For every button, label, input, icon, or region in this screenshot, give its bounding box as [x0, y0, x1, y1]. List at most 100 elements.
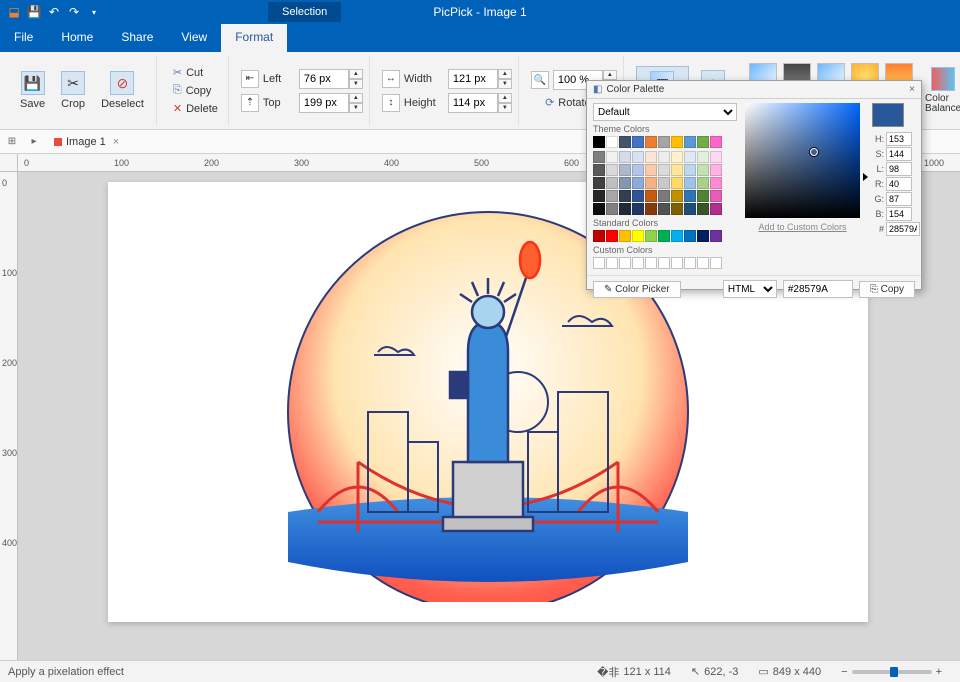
color-swatch[interactable]	[658, 230, 670, 242]
color-swatch[interactable]	[606, 190, 618, 202]
color-swatch[interactable]	[710, 190, 722, 202]
left-input[interactable]	[299, 69, 349, 89]
redo-icon[interactable]: ↷	[66, 4, 82, 20]
color-swatch[interactable]	[658, 136, 670, 148]
cut-button[interactable]: ✂Cut	[169, 64, 222, 81]
tab-arrow-icon[interactable]: ▸	[26, 134, 42, 150]
color-swatch[interactable]	[671, 177, 683, 189]
hex-input-small[interactable]	[886, 222, 920, 236]
color-swatch[interactable]	[632, 164, 644, 176]
custom-color-slot[interactable]	[710, 257, 722, 269]
delete-button[interactable]: ✕Delete	[169, 100, 222, 117]
color-swatch[interactable]	[645, 136, 657, 148]
color-swatch[interactable]	[684, 190, 696, 202]
color-swatch[interactable]	[619, 230, 631, 242]
color-swatch[interactable]	[658, 177, 670, 189]
color-swatch[interactable]	[710, 230, 722, 242]
tab-file[interactable]: File	[0, 24, 47, 52]
color-swatch[interactable]	[593, 230, 605, 242]
color-swatch[interactable]	[697, 136, 709, 148]
color-swatch[interactable]	[645, 203, 657, 215]
color-swatch[interactable]	[671, 164, 683, 176]
color-swatch[interactable]	[697, 164, 709, 176]
color-swatch[interactable]	[671, 151, 683, 163]
top-spinner[interactable]: ▲▼	[299, 93, 363, 113]
s-input[interactable]	[886, 147, 912, 161]
tab-view[interactable]: View	[167, 24, 221, 52]
b-input[interactable]	[886, 207, 912, 221]
color-swatch[interactable]	[619, 190, 631, 202]
tab-format[interactable]: Format	[221, 24, 287, 52]
spin-up-icon[interactable]: ▲	[349, 93, 363, 103]
color-swatch[interactable]	[606, 177, 618, 189]
spin-up-icon[interactable]: ▲	[498, 69, 512, 79]
color-swatch[interactable]	[684, 164, 696, 176]
color-swatch[interactable]	[684, 203, 696, 215]
color-swatch[interactable]	[632, 177, 644, 189]
color-swatch[interactable]	[671, 136, 683, 148]
spin-down-icon[interactable]: ▼	[498, 79, 512, 89]
color-swatch[interactable]	[593, 164, 605, 176]
color-swatch[interactable]	[697, 190, 709, 202]
color-swatch[interactable]	[632, 203, 644, 215]
color-swatch[interactable]	[697, 177, 709, 189]
custom-color-slot[interactable]	[697, 257, 709, 269]
color-swatch[interactable]	[710, 151, 722, 163]
close-tab-icon[interactable]: ×	[110, 136, 122, 148]
height-input[interactable]	[448, 93, 498, 113]
add-to-custom-link[interactable]: Add to Custom Colors	[745, 221, 860, 233]
close-icon[interactable]: ×	[909, 84, 915, 95]
color-swatch[interactable]	[619, 177, 631, 189]
top-input[interactable]	[299, 93, 349, 113]
color-swatch[interactable]	[645, 164, 657, 176]
color-swatch[interactable]	[645, 190, 657, 202]
deselect-button[interactable]: ⊘Deselect	[95, 67, 150, 114]
document-tab[interactable]: Image 1 ×	[48, 136, 128, 148]
spin-down-icon[interactable]: ▼	[349, 103, 363, 113]
color-swatch[interactable]	[593, 177, 605, 189]
color-swatch[interactable]	[632, 190, 644, 202]
color-swatch[interactable]	[645, 230, 657, 242]
width-input[interactable]	[448, 69, 498, 89]
color-swatch[interactable]	[632, 230, 644, 242]
color-swatch[interactable]	[697, 230, 709, 242]
color-swatch[interactable]	[593, 151, 605, 163]
color-swatch[interactable]	[645, 151, 657, 163]
crop-button[interactable]: ✂Crop	[55, 67, 91, 114]
r-input[interactable]	[886, 177, 912, 191]
qat-dropdown-icon[interactable]: ▾	[86, 4, 102, 20]
color-swatch[interactable]	[619, 164, 631, 176]
copy-button[interactable]: ⎘Copy	[169, 82, 222, 99]
color-swatch[interactable]	[658, 203, 670, 215]
custom-color-slot[interactable]	[645, 257, 657, 269]
color-swatch[interactable]	[684, 136, 696, 148]
color-swatch[interactable]	[645, 177, 657, 189]
zoom-slider[interactable]	[852, 670, 932, 674]
color-picker-button[interactable]: ✎ Color Picker	[593, 281, 681, 298]
color-swatch[interactable]	[684, 230, 696, 242]
spin-up-icon[interactable]: ▲	[603, 70, 617, 80]
color-palette-dialog[interactable]: ◧ Color Palette × Default Theme Colors S…	[586, 80, 922, 290]
color-swatch[interactable]	[671, 203, 683, 215]
color-swatch[interactable]	[606, 151, 618, 163]
zoom-in-icon[interactable]: +	[936, 666, 942, 678]
zoom-out-icon[interactable]: −	[841, 666, 847, 678]
custom-color-slot[interactable]	[658, 257, 670, 269]
color-swatch[interactable]	[710, 136, 722, 148]
zoom-knob[interactable]	[890, 667, 898, 677]
color-swatch[interactable]	[658, 151, 670, 163]
l-input[interactable]	[886, 162, 912, 176]
color-swatch[interactable]	[710, 164, 722, 176]
spin-down-icon[interactable]: ▼	[349, 79, 363, 89]
color-swatch[interactable]	[606, 230, 618, 242]
color-swatch[interactable]	[697, 151, 709, 163]
color-swatch[interactable]	[632, 136, 644, 148]
color-swatch[interactable]	[606, 203, 618, 215]
left-spinner[interactable]: ▲▼	[299, 69, 363, 89]
tab-share[interactable]: Share	[107, 24, 167, 52]
color-swatch[interactable]	[593, 136, 605, 148]
tab-grid-icon[interactable]: ⊞	[4, 134, 20, 150]
copy-button[interactable]: ⎘ Copy	[859, 281, 915, 298]
h-input[interactable]	[886, 132, 912, 146]
color-swatch[interactable]	[671, 190, 683, 202]
